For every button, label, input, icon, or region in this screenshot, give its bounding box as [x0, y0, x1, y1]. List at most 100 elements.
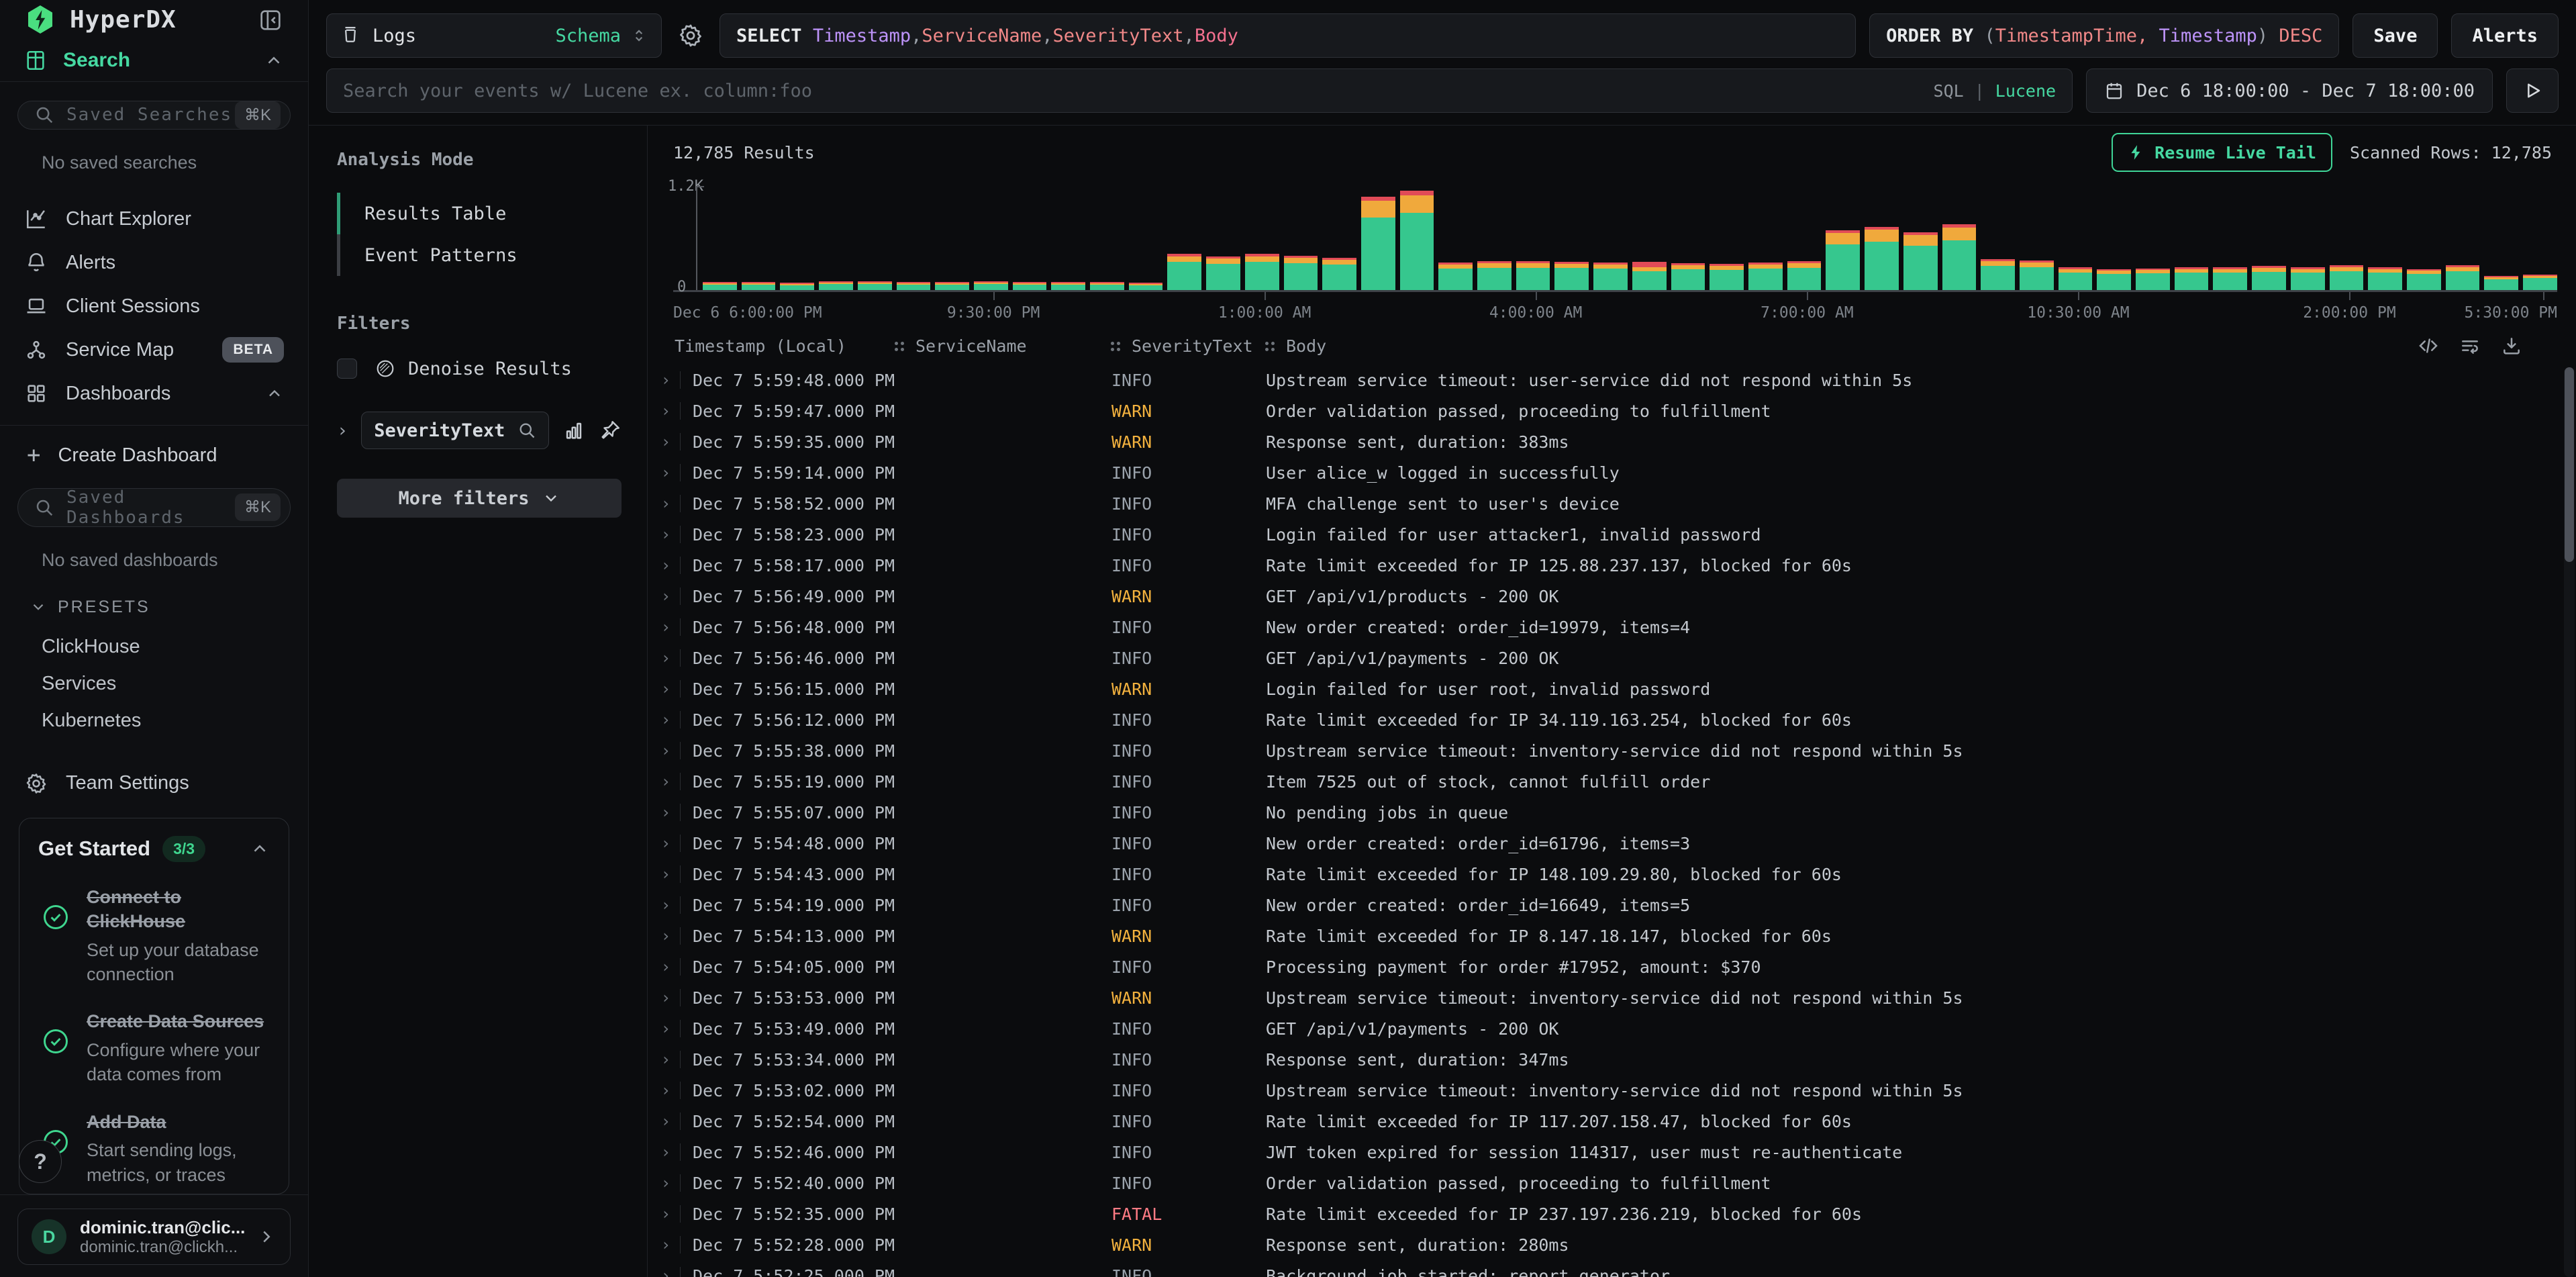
- code-view-icon[interactable]: [2418, 335, 2439, 357]
- histogram-bar[interactable]: [2175, 267, 2209, 290]
- histogram-bar[interactable]: [2252, 266, 2286, 290]
- lang-lucene-option[interactable]: Lucene: [1995, 81, 2056, 101]
- histogram-bar[interactable]: [2020, 261, 2054, 290]
- table-row[interactable]: ›Dec 7 5:52:25.000 PMINFOBackground job …: [657, 1260, 2576, 1277]
- table-row[interactable]: ›Dec 7 5:58:23.000 PMINFOLogin failed fo…: [657, 519, 2576, 550]
- table-row[interactable]: ›Dec 7 5:56:12.000 PMINFORate limit exce…: [657, 704, 2576, 735]
- histogram-bar[interactable]: [1245, 254, 1279, 290]
- preset-kubernetes[interactable]: Kubernetes: [42, 710, 308, 732]
- histogram-bar[interactable]: [1477, 261, 1512, 290]
- saved-searches-input[interactable]: Saved Searches ⌘K: [17, 101, 291, 130]
- drag-handle-icon[interactable]: [1265, 342, 1269, 345]
- sidebar-section-search[interactable]: Search: [0, 40, 308, 81]
- source-settings-gear-icon[interactable]: [678, 23, 703, 48]
- pin-icon[interactable]: [599, 419, 622, 442]
- histogram-bar[interactable]: [1671, 263, 1705, 290]
- table-row[interactable]: ›Dec 7 5:56:48.000 PMINFONew order creat…: [657, 612, 2576, 643]
- table-row[interactable]: ›Dec 7 5:59:14.000 PMINFOUser alice_w lo…: [657, 457, 2576, 488]
- lang-sql-option[interactable]: SQL: [1934, 81, 1964, 101]
- histogram-bar[interactable]: [1554, 262, 1589, 290]
- search-icon[interactable]: [517, 421, 536, 440]
- histogram-bar[interactable]: [935, 282, 969, 290]
- table-row[interactable]: ›Dec 7 5:59:35.000 PMWARNResponse sent, …: [657, 426, 2576, 457]
- tab-results-table[interactable]: Results Table: [337, 193, 622, 234]
- histogram-bar[interactable]: [1748, 263, 1783, 290]
- histogram-bar[interactable]: [1787, 261, 1822, 290]
- tab-event-patterns[interactable]: Event Patterns: [337, 234, 622, 276]
- table-row[interactable]: ›Dec 7 5:52:35.000 PMFATALRate limit exc…: [657, 1198, 2576, 1229]
- date-range-picker[interactable]: Dec 6 18:00:00 - Dec 7 18:00:00: [2086, 68, 2493, 113]
- get-started-item-datasources[interactable]: Create Data Sources Configure where your…: [38, 1009, 270, 1086]
- histogram-bar[interactable]: [1167, 254, 1201, 290]
- histogram-bar[interactable]: [1826, 230, 1860, 290]
- table-row[interactable]: ›Dec 7 5:58:17.000 PMINFORate limit exce…: [657, 550, 2576, 581]
- table-row[interactable]: ›Dec 7 5:53:49.000 PMINFOGET /api/v1/pay…: [657, 1013, 2576, 1044]
- help-button[interactable]: ?: [19, 1140, 62, 1183]
- sidebar-item-alerts[interactable]: Alerts: [0, 241, 308, 285]
- table-row[interactable]: ›Dec 7 5:55:07.000 PMINFONo pending jobs…: [657, 797, 2576, 828]
- histogram-bar[interactable]: [1710, 264, 1744, 290]
- drag-handle-icon[interactable]: [895, 342, 898, 345]
- table-row[interactable]: ›Dec 7 5:52:28.000 PMWARNResponse sent, …: [657, 1229, 2576, 1260]
- table-row[interactable]: ›Dec 7 5:53:34.000 PMINFOResponse sent, …: [657, 1044, 2576, 1075]
- column-header-severitytext[interactable]: SeverityText: [1111, 336, 1265, 356]
- download-icon[interactable]: [2501, 335, 2522, 357]
- table-row[interactable]: ›Dec 7 5:52:54.000 PMINFORate limit exce…: [657, 1106, 2576, 1137]
- sidebar-item-chart-explorer[interactable]: Chart Explorer: [0, 197, 308, 241]
- run-query-button[interactable]: [2506, 68, 2559, 113]
- select-columns-input[interactable]: SELECT Timestamp,ServiceName,SeverityTex…: [720, 13, 1856, 58]
- more-filters-button[interactable]: More filters: [337, 479, 622, 518]
- user-menu[interactable]: D dominic.tran@clic... dominic.tran@clic…: [17, 1209, 291, 1265]
- table-row[interactable]: ›Dec 7 5:55:38.000 PMINFOUpstream servic…: [657, 735, 2576, 766]
- histogram-bar[interactable]: [2368, 267, 2402, 290]
- get-started-item-adddata[interactable]: Add Data Start sending logs, metrics, or…: [38, 1110, 270, 1187]
- histogram-bar[interactable]: [1206, 256, 1240, 290]
- histogram-bar[interactable]: [1090, 282, 1124, 290]
- save-button[interactable]: Save: [2352, 13, 2438, 58]
- sidebar-item-client-sessions[interactable]: Client Sessions: [0, 285, 308, 328]
- column-header-timestamp[interactable]: Timestamp (Local): [657, 336, 895, 356]
- histogram-bar[interactable]: [1981, 259, 2015, 290]
- table-row[interactable]: ›Dec 7 5:56:49.000 PMWARNGET /api/v1/pro…: [657, 581, 2576, 612]
- histogram-bar[interactable]: [1361, 197, 1395, 290]
- histogram-bar[interactable]: [2291, 267, 2325, 290]
- sidebar-collapse-icon[interactable]: [257, 7, 284, 34]
- table-row[interactable]: ›Dec 7 5:52:40.000 PMINFOOrder validatio…: [657, 1168, 2576, 1198]
- histogram-bar[interactable]: [1903, 232, 1938, 290]
- get-started-item-connect[interactable]: Connect to ClickHouse Set up your databa…: [38, 885, 270, 987]
- histogram-bar[interactable]: [742, 282, 776, 290]
- event-search-input[interactable]: Search your events w/ Lucene ex. column:…: [326, 68, 2073, 113]
- saved-dashboards-input[interactable]: Saved Dashboards ⌘K: [17, 488, 291, 527]
- table-row[interactable]: ›Dec 7 5:54:43.000 PMINFORate limit exce…: [657, 859, 2576, 890]
- histogram-bar[interactable]: [2407, 269, 2441, 290]
- chevron-right-icon[interactable]: ›: [337, 420, 348, 441]
- histogram-bar[interactable]: [1516, 261, 1550, 290]
- histogram-bar[interactable]: [974, 281, 1008, 290]
- table-row[interactable]: ›Dec 7 5:54:05.000 PMINFOProcessing paym…: [657, 951, 2576, 982]
- histogram-bar[interactable]: [2446, 265, 2480, 290]
- table-row[interactable]: ›Dec 7 5:54:19.000 PMINFONew order creat…: [657, 890, 2576, 920]
- source-select[interactable]: Logs Schema: [326, 13, 662, 58]
- histogram-bar[interactable]: [1284, 256, 1318, 290]
- alerts-button[interactable]: Alerts: [2451, 13, 2559, 58]
- sidebar-item-team-settings[interactable]: Team Settings: [0, 769, 308, 798]
- get-started-header[interactable]: Get Started 3/3: [38, 836, 270, 862]
- histogram-bar[interactable]: [858, 281, 892, 290]
- histogram-bar[interactable]: [2330, 265, 2364, 290]
- table-row[interactable]: ›Dec 7 5:54:48.000 PMINFONew order creat…: [657, 828, 2576, 859]
- sidebar-item-service-map[interactable]: Service Map BETA: [0, 328, 308, 372]
- histogram-bar[interactable]: [2059, 267, 2093, 290]
- table-row[interactable]: ›Dec 7 5:59:48.000 PMINFOUpstream servic…: [657, 365, 2576, 395]
- chevron-up-icon[interactable]: [265, 384, 284, 403]
- column-header-servicename[interactable]: ServiceName: [895, 336, 1111, 356]
- table-row[interactable]: ›Dec 7 5:52:46.000 PMINFOJWT token expir…: [657, 1137, 2576, 1168]
- scrollbar-thumb[interactable]: [2565, 367, 2574, 562]
- create-dashboard-button[interactable]: + Create Dashboard: [0, 441, 308, 469]
- table-row[interactable]: ›Dec 7 5:54:13.000 PMWARNRate limit exce…: [657, 920, 2576, 951]
- denoise-results-toggle[interactable]: Denoise Results: [337, 358, 622, 379]
- sidebar-item-dashboards[interactable]: Dashboards: [0, 372, 308, 416]
- histogram-bar[interactable]: [2523, 275, 2557, 290]
- presets-toggle[interactable]: PRESETS: [30, 598, 308, 617]
- histogram-bar[interactable]: [2136, 269, 2170, 290]
- histogram-bar[interactable]: [1865, 227, 1899, 290]
